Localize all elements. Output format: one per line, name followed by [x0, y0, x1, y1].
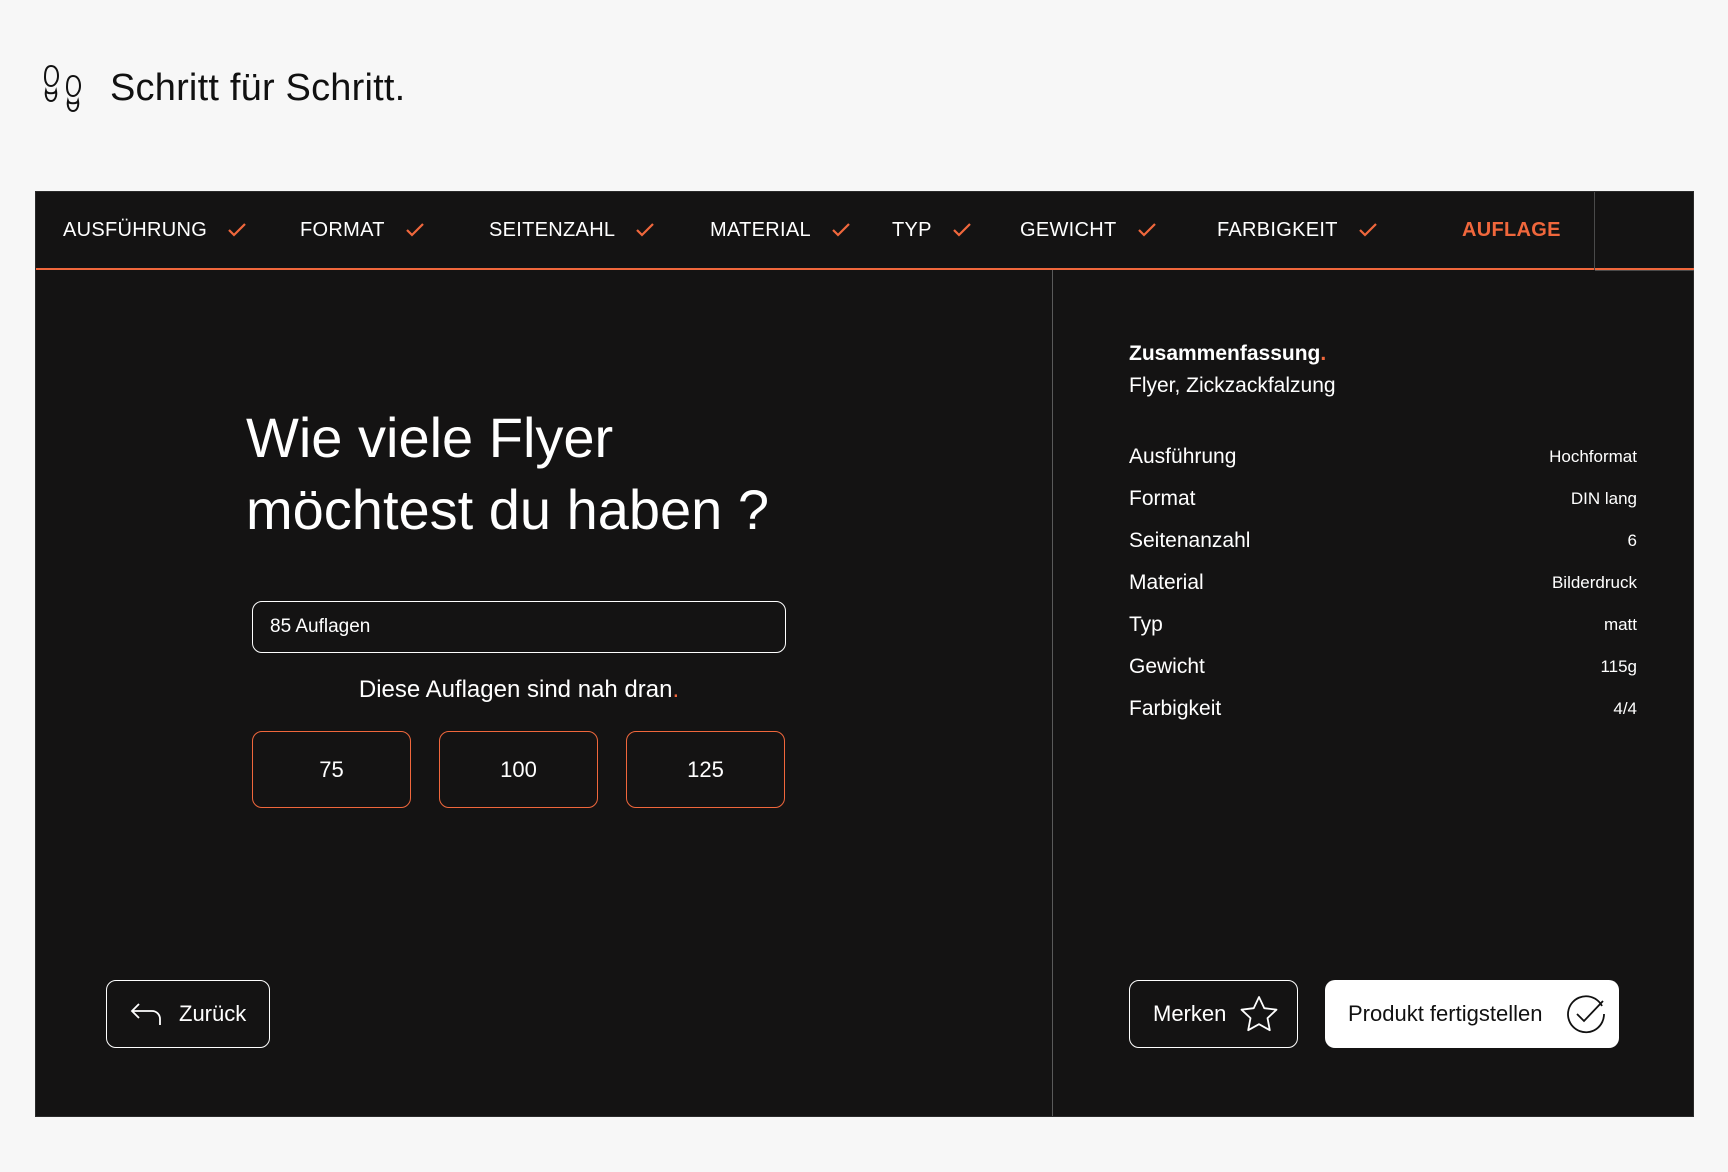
- step-navigation: AUSFÜHRUNG FORMAT SEITENZAHL MATERIAL TY…: [36, 192, 1694, 271]
- suggestion-button[interactable]: 125: [626, 731, 785, 808]
- step-material[interactable]: MATERIAL: [710, 192, 851, 268]
- summary-row: Material Bilderdruck: [1129, 562, 1637, 604]
- summary-key: Material: [1129, 571, 1204, 594]
- summary-value: 115g: [1600, 657, 1637, 676]
- step-label: GEWICHT: [1020, 218, 1117, 241]
- column-divider: [1052, 270, 1053, 1116]
- step-label: MATERIAL: [710, 218, 811, 241]
- finish-product-button[interactable]: Produkt fertigstellen: [1325, 980, 1619, 1048]
- page-header: Schritt für Schritt.: [38, 60, 405, 116]
- summary-value: Hochformat: [1549, 447, 1637, 466]
- suggestion-label: 125: [687, 756, 724, 782]
- checkmark-icon: [953, 223, 971, 237]
- step-typ[interactable]: TYP: [892, 192, 972, 268]
- checkmark-icon: [636, 223, 655, 237]
- summary-row: Ausführung Hochformat: [1129, 436, 1637, 478]
- step-label: AUFLAGE: [1462, 218, 1561, 241]
- footsteps-icon: [43, 64, 82, 113]
- summary-title-dot: .: [1320, 342, 1327, 365]
- back-button[interactable]: Zurück: [106, 980, 270, 1048]
- summary-row: Seitenanzahl 6: [1129, 520, 1637, 562]
- save-label: Merken: [1153, 1001, 1227, 1026]
- summary-key: Typ: [1129, 613, 1163, 636]
- summary-value: 6: [1627, 531, 1637, 550]
- checkmark-icon: [228, 223, 246, 237]
- summary-list: Ausführung Hochformat Format DIN lang Se…: [1129, 436, 1637, 730]
- page-title: Schritt für Schritt.: [110, 66, 406, 109]
- checkmark-icon: [1137, 223, 1156, 237]
- suggestion-button[interactable]: 100: [439, 731, 598, 808]
- stepbar-spacer: [1595, 192, 1694, 271]
- question-line: möchtest du haben ?: [246, 478, 770, 541]
- step-label: TYP: [892, 218, 932, 241]
- step-farbigkeit[interactable]: FARBIGKEIT: [1217, 192, 1378, 268]
- summary-subtitle: Flyer, Zickzackfalzung: [1129, 374, 1336, 397]
- summary-key: Ausführung: [1129, 445, 1237, 468]
- back-label: Zurück: [179, 1001, 247, 1026]
- save-button[interactable]: Merken: [1129, 980, 1298, 1048]
- suggestion-label: 100: [500, 756, 537, 782]
- step-gewicht[interactable]: GEWICHT: [1020, 192, 1157, 268]
- check-circle-icon: [1567, 995, 1605, 1034]
- summary-key: Format: [1129, 487, 1196, 510]
- step-label: FARBIGKEIT: [1217, 218, 1338, 241]
- summary-value: Bilderdruck: [1551, 573, 1637, 592]
- suggestion-hint: Diese Auflagen sind nah dran.: [252, 676, 786, 704]
- summary-key: Gewicht: [1129, 655, 1205, 678]
- summary-row: Typ matt: [1129, 604, 1637, 646]
- checkmark-icon: [832, 223, 850, 237]
- summary-panel: Zusammenfassung. Flyer, Zickzackfalzung …: [1129, 342, 1637, 730]
- finish-label: Produkt fertigstellen: [1348, 1001, 1543, 1026]
- configurator-panel: AUSFÜHRUNG FORMAT SEITENZAHL MATERIAL TY…: [35, 191, 1694, 1117]
- checkmark-icon: [1359, 223, 1377, 237]
- suggestion-label: 75: [319, 756, 344, 782]
- summary-row: Farbigkeit 4/4: [1129, 688, 1637, 730]
- summary-key: Farbigkeit: [1129, 697, 1222, 720]
- step-format[interactable]: FORMAT: [300, 192, 425, 268]
- question-heading: Wie viele Flyer möchtest du haben ?: [246, 402, 946, 546]
- step-seitenzahl[interactable]: SEITENZAHL: [489, 192, 655, 268]
- question-line: Wie viele Flyer: [246, 406, 614, 469]
- suggestion-button[interactable]: 75: [252, 731, 411, 808]
- summary-row: Format DIN lang: [1129, 478, 1637, 520]
- summary-row: Gewicht 115g: [1129, 646, 1637, 688]
- star-icon: [1240, 996, 1278, 1032]
- summary-value: matt: [1603, 615, 1637, 634]
- step-label: SEITENZAHL: [489, 218, 616, 241]
- summary-value: DIN lang: [1570, 489, 1637, 508]
- checkmark-icon: [405, 223, 424, 237]
- summary-title: Zusammenfassung.: [1129, 342, 1637, 366]
- summary-title-text: Zusammenfassung: [1129, 342, 1321, 365]
- hint-dot: .: [672, 676, 680, 703]
- back-arrow-icon: [130, 1003, 161, 1025]
- step-ausfuehrung[interactable]: AUSFÜHRUNG: [63, 192, 247, 268]
- step-auflage[interactable]: AUFLAGE: [1462, 192, 1561, 268]
- quantity-input[interactable]: [252, 601, 786, 653]
- step-label: AUSFÜHRUNG: [63, 218, 208, 241]
- summary-key: Seitenanzahl: [1129, 529, 1251, 552]
- summary-value: 4/4: [1613, 699, 1637, 718]
- step-label: FORMAT: [300, 218, 385, 241]
- hint-text: Diese Auflagen sind nah dran: [358, 676, 673, 703]
